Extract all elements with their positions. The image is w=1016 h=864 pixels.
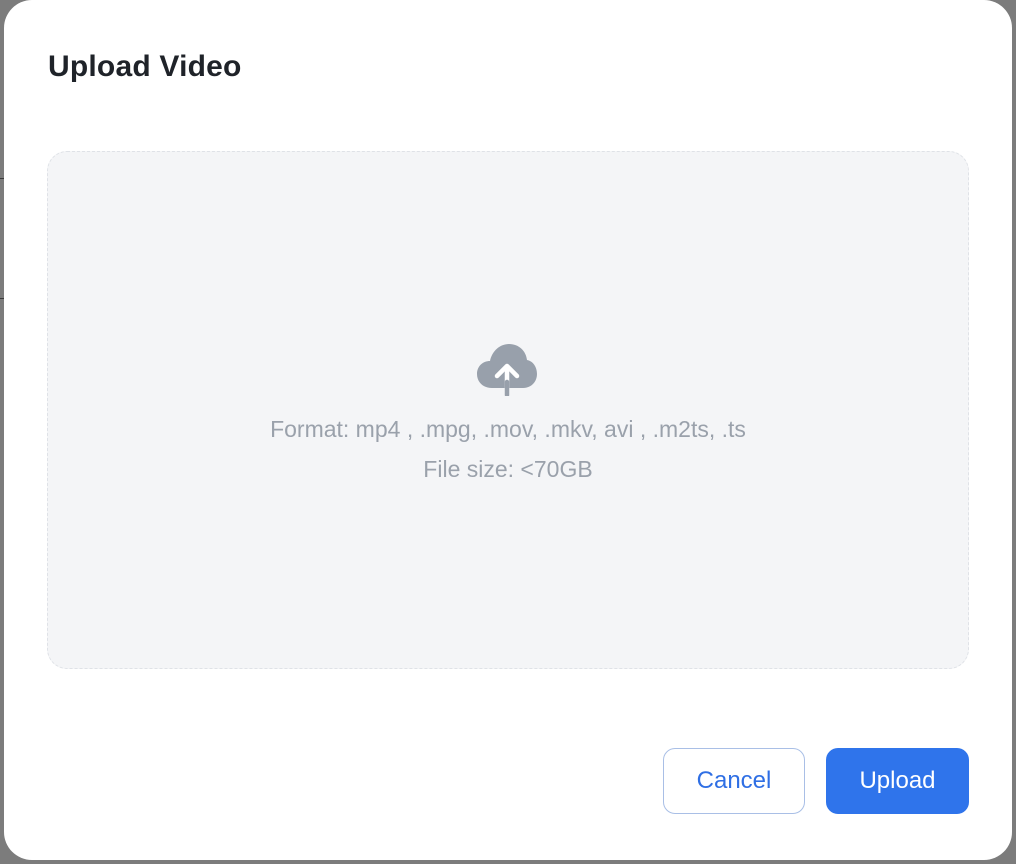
upload-video-dialog: Upload Video Format: mp4 , .mpg, .mov, .… xyxy=(4,0,1012,860)
cancel-button[interactable]: Cancel xyxy=(663,748,805,814)
file-dropzone[interactable]: Format: mp4 , .mpg, .mov, .mkv, avi , .m… xyxy=(47,151,969,669)
dialog-title: Upload Video xyxy=(48,50,242,83)
cloud-upload-icon xyxy=(477,344,537,396)
supported-formats-text: Format: mp4 , .mpg, .mov, .mkv, avi , .m… xyxy=(270,416,746,442)
upload-button[interactable]: Upload xyxy=(826,748,969,814)
file-size-limit-text: File size: <70GB xyxy=(423,456,593,482)
